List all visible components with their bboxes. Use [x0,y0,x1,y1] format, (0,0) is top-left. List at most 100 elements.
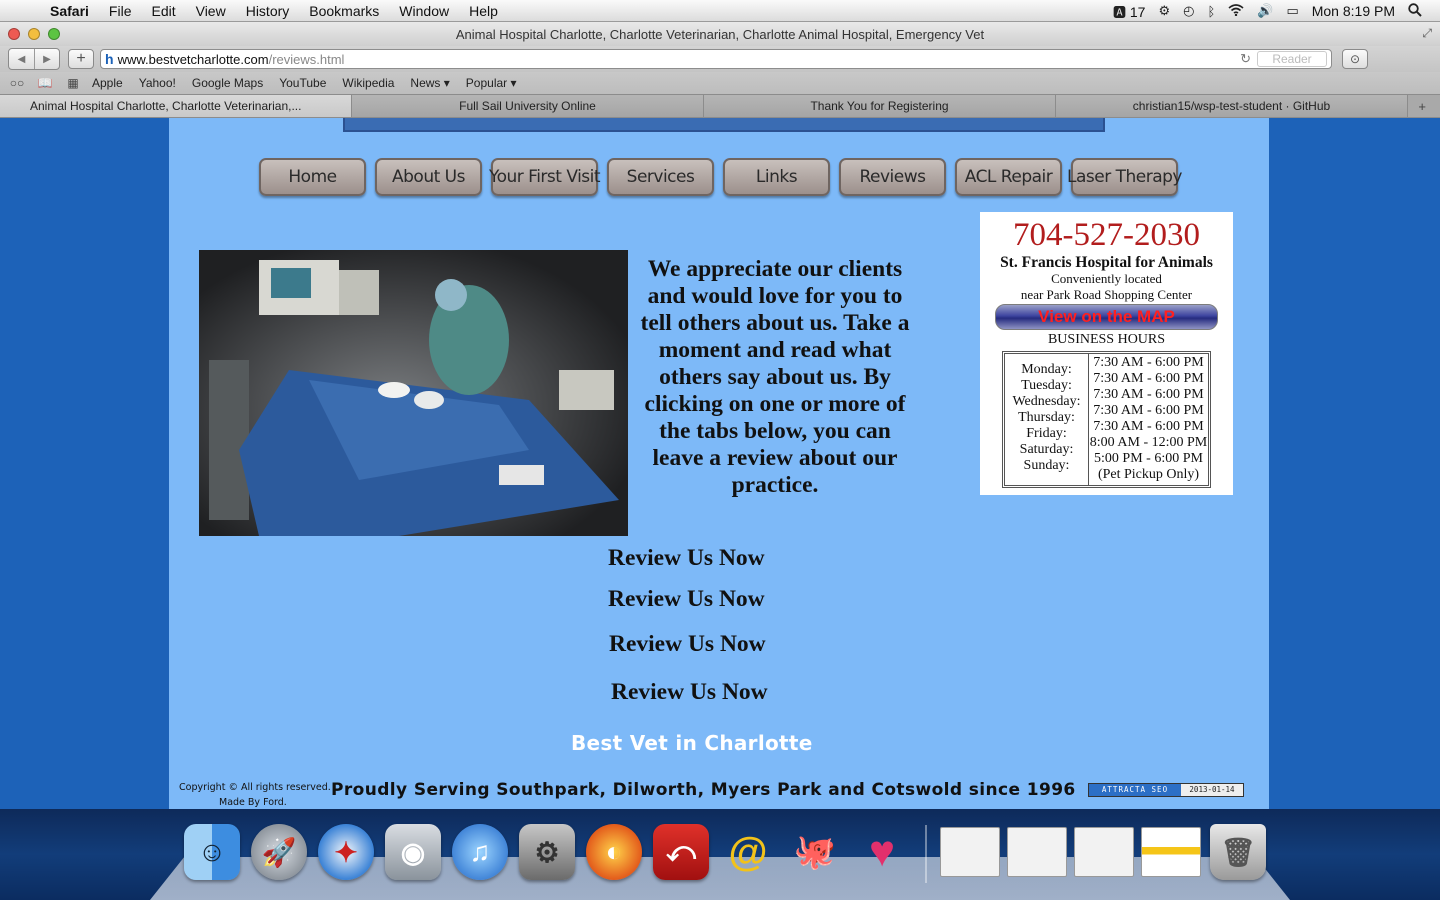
menu-help[interactable]: Help [459,3,508,19]
review-us-now-link-4[interactable]: Review Us Now [611,679,768,706]
menu-history[interactable]: History [236,3,300,19]
window-controls [8,28,60,40]
day-label: Thursday: [1018,410,1075,425]
window-titlebar: Animal Hospital Charlotte, Charlotte Vet… [0,22,1440,46]
bluetooth-icon[interactable]: ᛒ [1207,4,1215,19]
menu-window[interactable]: Window [389,3,459,19]
dock-github[interactable]: 🐙 [785,821,845,883]
dock-finder[interactable]: ☺ [182,821,242,883]
nav-laser-therapy[interactable]: Laser Therapy [1067,158,1183,196]
bookmark-yahoo[interactable]: Yahoo! [131,76,184,90]
hours-note: (Pet Pickup Only) [1097,467,1200,482]
bookmark-apple[interactable]: Apple [84,76,131,90]
tab-full-sail[interactable]: Full Sail University Online [352,95,704,117]
bookmark-folder-popular[interactable]: Popular ▾ [458,76,525,90]
nav-acl-repair[interactable]: ACL Repair [955,158,1062,196]
acrobat-icon: ⤺ [653,824,709,880]
phone-number[interactable]: 704-527-2030 [980,216,1233,254]
menu-app-name[interactable]: Safari [40,3,99,19]
hours-value: 7:30 AM - 6:00 PM [1093,387,1204,402]
dock-system-preferences[interactable]: ⚙ [517,821,577,883]
nav-links[interactable]: Links [723,158,830,196]
nav-services[interactable]: Services [607,158,714,196]
wifi-icon[interactable] [1228,3,1244,19]
dock-trash[interactable]: 🗑 [1208,821,1268,883]
reader-button[interactable]: Reader [1257,51,1327,67]
menu-edit[interactable]: Edit [141,3,185,19]
dock-itunes[interactable]: ♫ [450,821,510,883]
dock-acrobat[interactable]: ⤺ [651,821,711,883]
dock-heart-app[interactable]: ♥ [852,821,912,883]
attracta-seo-badge[interactable]: ATTRACTA SEO 2013-01-14 [1088,783,1244,797]
review-us-now-link-2[interactable]: Review Us Now [608,586,765,613]
top-sites-icon[interactable]: ▦ [62,76,84,90]
close-window-button[interactable] [8,28,20,40]
hours-value: 7:30 AM - 6:00 PM [1093,419,1204,434]
bookmark-wikipedia[interactable]: Wikipedia [334,76,402,90]
made-by-text: Made By Ford. [219,797,287,808]
back-button[interactable]: ◀ [9,49,34,69]
header-banner-bottom [343,118,1105,132]
fullscreen-icon[interactable]: ⤢ [1422,26,1432,41]
adobe-icon: 🅰 [1112,4,1126,20]
zoom-window-button[interactable] [48,28,60,40]
location-line-1: Conveniently located [1051,271,1162,286]
hours-value: 7:30 AM - 6:00 PM [1093,355,1204,370]
dreamweaver-icon: @ [728,829,768,874]
contact-info-box: 704-527-2030 St. Francis Hospital for An… [980,212,1233,495]
downloads-button[interactable]: ⊙ [1342,49,1368,69]
view-map-button[interactable]: View on the MAP [995,304,1218,330]
volume-icon[interactable]: 🔊 [1257,3,1273,19]
web-page: Home About Us Your First Visit Services … [0,118,1440,809]
dock-dreamweaver[interactable]: @ [718,821,778,883]
menu-file[interactable]: File [99,3,142,19]
review-us-now-link-1[interactable]: Review Us Now [608,545,765,572]
menu-view[interactable]: View [186,3,236,19]
spotlight-search-icon[interactable] [1408,2,1422,20]
badge-date: 2013-01-14 [1181,784,1243,796]
dock-window-1[interactable] [940,821,1000,883]
adobe-updater-status[interactable]: 🅰 17 [1113,2,1145,21]
day-label: Friday: [1026,426,1067,441]
tab-thank-you[interactable]: Thank You for Registering [704,95,1056,117]
hours-value: 7:30 AM - 6:00 PM [1093,371,1204,386]
menu-bookmarks[interactable]: Bookmarks [299,3,389,19]
reload-icon[interactable]: ↻ [1240,51,1251,67]
time-machine-icon[interactable]: ◴ [1183,3,1194,19]
dock-launchpad[interactable]: 🚀 [249,821,309,883]
minimize-window-button[interactable] [28,28,40,40]
bookmark-youtube[interactable]: YouTube [271,76,334,90]
bookmarks-bar: ○○ 📖 ▦ Apple Yahoo! Google Maps YouTube … [0,72,1440,94]
add-bookmark-button[interactable]: + [68,49,94,69]
dock-facetime[interactable]: ◉ [383,821,443,883]
dock-firefox[interactable]: ◐ [584,821,644,883]
dock-safari[interactable]: ✦ [316,821,376,883]
site-favicon-icon: h [105,51,114,67]
heart-app-icon: ♥ [868,827,896,876]
battery-icon[interactable]: ▭ [1286,3,1298,19]
nav-about-us[interactable]: About Us [375,158,482,196]
bookmark-google-maps[interactable]: Google Maps [184,76,271,90]
hospital-name: St. Francis Hospital for Animals [1000,254,1213,271]
nav-your-first-visit[interactable]: Your First Visit [489,158,601,196]
dock-window-4[interactable] [1141,821,1201,883]
dock-area: ☺ 🚀 ✦ ◉ ♫ ⚙ ◐ ⤺ @ 🐙 ♥ 🗑 [0,809,1440,900]
address-bar[interactable]: h www.bestvetcharlotte.com/reviews.html … [100,49,1332,69]
nav-reviews[interactable]: Reviews [839,158,946,196]
nav-home[interactable]: Home [259,158,366,196]
bookmark-folder-news[interactable]: News ▾ [402,76,457,90]
clock[interactable]: Mon 8:19 PM [1312,3,1395,19]
sync-icon[interactable]: ⚙ [1158,3,1170,19]
day-label: Saturday: [1019,442,1074,457]
tab-github[interactable]: christian15/wsp-test-student · GitHub [1056,95,1408,117]
reading-list-icon[interactable]: ○○ [6,76,28,90]
forward-button[interactable]: ▶ [34,49,59,69]
dock-window-2[interactable] [1007,821,1067,883]
tab-animal-hospital[interactable]: Animal Hospital Charlotte, Charlotte Vet… [0,95,352,117]
new-tab-icon[interactable]: + [1408,95,1440,117]
finder-icon: ☺ [184,824,240,880]
review-us-now-link-3[interactable]: Review Us Now [609,631,766,658]
footer-tagline: Proudly Serving Southpark, Dilworth, Mye… [331,780,1076,800]
dock-window-3[interactable] [1074,821,1134,883]
bookmarks-book-icon[interactable]: 📖 [34,76,56,90]
